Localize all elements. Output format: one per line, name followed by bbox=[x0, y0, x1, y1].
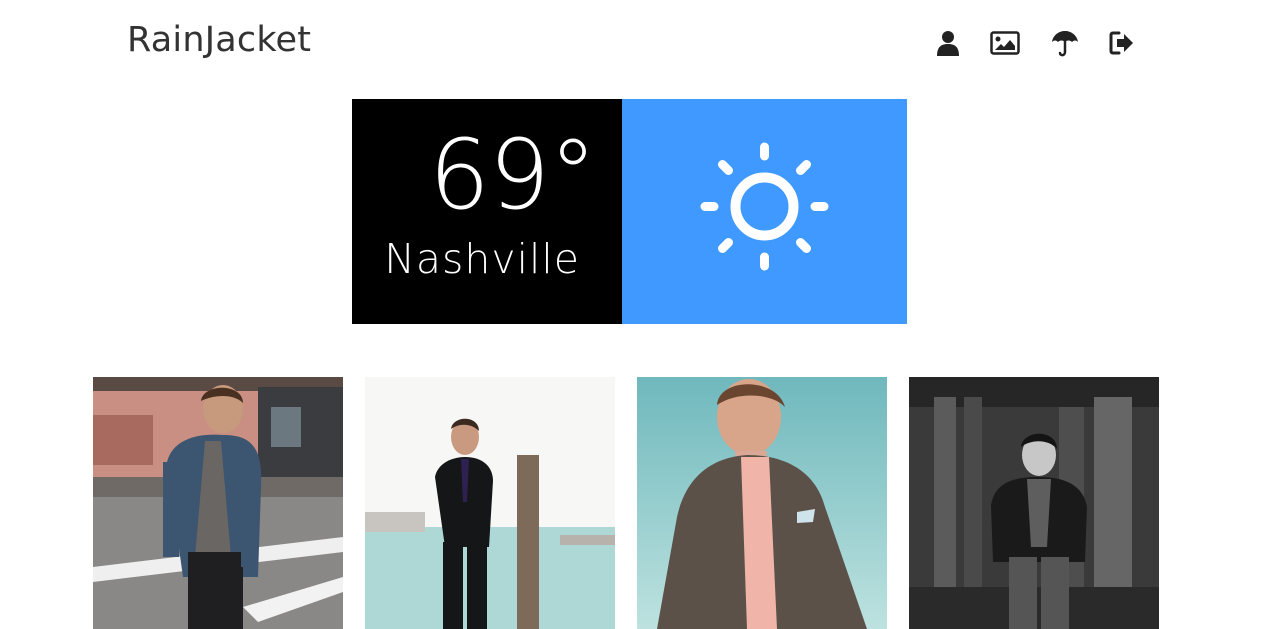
temperature-value: 69° bbox=[428, 119, 597, 231]
user-icon[interactable] bbox=[933, 28, 963, 58]
brand-logo[interactable]: RainJacket bbox=[127, 20, 311, 60]
outfit-photo-black-suit[interactable] bbox=[365, 377, 615, 629]
temperature-panel: 69° Nashville bbox=[352, 99, 622, 324]
outfit-photo-street-blazer[interactable] bbox=[93, 377, 343, 629]
gallery-icon[interactable] bbox=[990, 28, 1020, 58]
city-name: Nashville bbox=[384, 235, 580, 283]
sun-icon bbox=[697, 139, 832, 274]
condition-panel bbox=[622, 99, 907, 324]
outfit-photo-leather-jacket[interactable] bbox=[909, 377, 1159, 629]
logout-icon[interactable] bbox=[1107, 28, 1137, 58]
weather-widget: 69° Nashville bbox=[352, 99, 907, 324]
outfit-photo-grey-blazer[interactable] bbox=[637, 377, 887, 629]
umbrella-icon[interactable] bbox=[1050, 28, 1080, 58]
